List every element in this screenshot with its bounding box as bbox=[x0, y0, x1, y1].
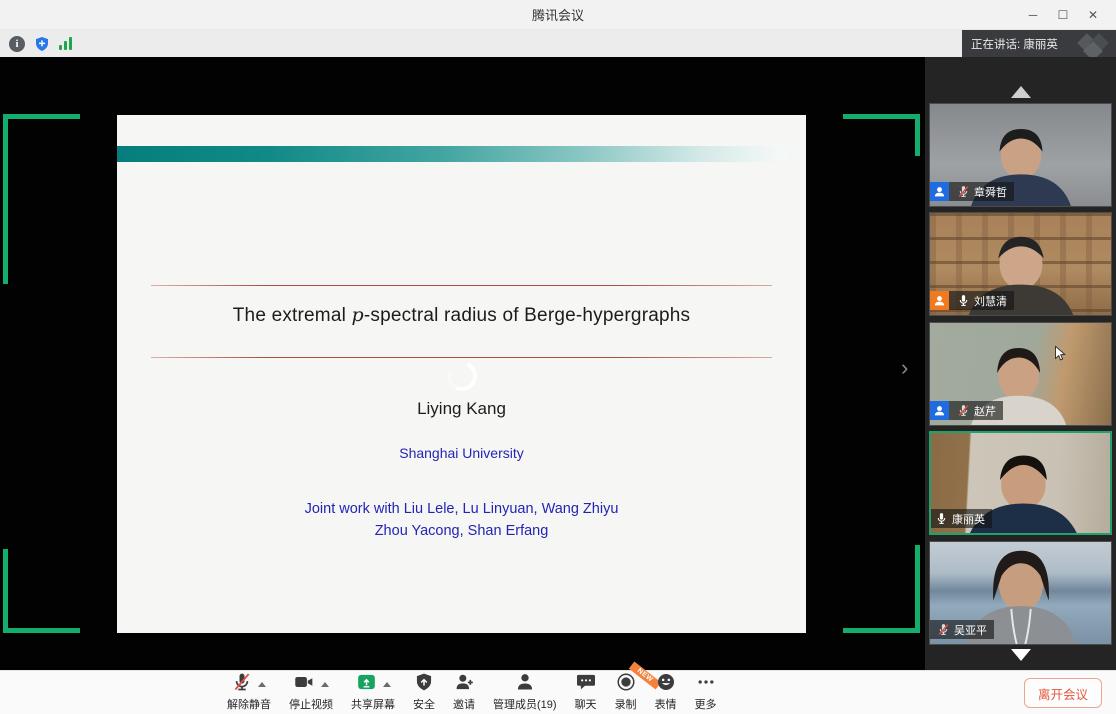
mic-active-icon bbox=[957, 294, 970, 307]
role-person-icon bbox=[930, 182, 949, 201]
share-corner-marker-right-bottom bbox=[915, 545, 920, 633]
slide-joint-work-line1: Joint work with Liu Lele, Lu Linyuan, Wa… bbox=[117, 501, 806, 517]
share-corner-marker-bottom-left bbox=[3, 628, 80, 633]
invite-button[interactable]: 邀请 bbox=[444, 674, 484, 712]
tool-label: 解除静音 bbox=[227, 696, 271, 712]
scroll-down-arrow-icon[interactable] bbox=[1011, 649, 1031, 661]
slide-rule-bottom bbox=[151, 357, 772, 358]
mic-active-icon bbox=[935, 512, 948, 525]
slide-author: Liying Kang bbox=[117, 399, 806, 419]
role-person-icon bbox=[930, 291, 949, 310]
slide-title: The extremal p-spectral radius of Berge-… bbox=[117, 304, 806, 327]
tool-label: 停止视频 bbox=[289, 696, 333, 712]
video-tile-participant-1[interactable]: 章舜哲 bbox=[929, 103, 1112, 207]
camera-icon bbox=[293, 672, 315, 697]
members-icon bbox=[515, 672, 535, 697]
tool-label: 表情 bbox=[655, 696, 677, 712]
microphone-muted-icon bbox=[232, 672, 252, 697]
video-tile-participant-5[interactable]: 吴亚平 bbox=[929, 541, 1112, 645]
minimize-button[interactable]: ─ bbox=[1018, 0, 1048, 30]
presentation-slide: The extremal p-spectral radius of Berge-… bbox=[117, 115, 806, 633]
network-signal-icon[interactable] bbox=[59, 37, 72, 50]
manage-members-button[interactable]: 管理成员(19) bbox=[484, 674, 566, 712]
tool-label: 聊天 bbox=[575, 696, 597, 712]
shared-screen-area: The extremal p-spectral radius of Berge-… bbox=[0, 57, 925, 670]
security-button[interactable]: 安全 bbox=[404, 674, 444, 712]
toolbar-tools: 解除静音 停止视频 共享屏幕 bbox=[218, 674, 726, 712]
video-tile-participant-4-speaking[interactable]: 康丽英 bbox=[929, 431, 1112, 535]
slide-joint-work-line2: Zhou Yacong, Shan Erfang bbox=[117, 523, 806, 539]
more-dots-icon bbox=[695, 672, 717, 697]
slide-rule-top bbox=[151, 285, 772, 286]
participant-name: 章舜哲 bbox=[974, 184, 1007, 200]
share-corner-marker-top-left bbox=[3, 114, 80, 119]
mic-muted-icon bbox=[957, 185, 970, 198]
slide-accent-bar bbox=[117, 146, 806, 162]
participant-name: 吴亚平 bbox=[954, 622, 987, 638]
name-badge: 刘慧清 bbox=[930, 291, 1014, 310]
record-button[interactable]: NEW 录制 bbox=[606, 674, 646, 712]
tool-label: 邀请 bbox=[453, 696, 475, 712]
shared-screen-stage: The extremal p-spectral radius of Berge-… bbox=[0, 57, 1116, 670]
participant-name: 刘慧清 bbox=[974, 293, 1007, 309]
tool-label: 安全 bbox=[413, 696, 435, 712]
chat-icon bbox=[576, 672, 596, 697]
more-button[interactable]: 更多 bbox=[686, 674, 726, 712]
participant-name: 康丽英 bbox=[952, 511, 985, 527]
video-options-caret-icon[interactable] bbox=[321, 682, 329, 687]
app-title: 腾讯会议 bbox=[532, 5, 584, 24]
meeting-info-icon[interactable]: i bbox=[9, 36, 25, 52]
window-controls: ─ ☐ ✕ bbox=[1018, 0, 1108, 30]
window-titlebar: 腾讯会议 ─ ☐ ✕ bbox=[0, 0, 1116, 30]
slide-affiliation: Shanghai University bbox=[117, 445, 806, 461]
mic-muted-icon bbox=[957, 404, 970, 417]
participant-name: 赵芹 bbox=[974, 403, 996, 419]
mic-muted-icon bbox=[937, 623, 950, 636]
tool-label: 共享屏幕 bbox=[351, 696, 395, 712]
status-toolbar: i 正在讲话: 康丽英 bbox=[0, 30, 1116, 57]
mouse-cursor-icon bbox=[1052, 345, 1069, 362]
share-corner-marker-bottom-right bbox=[843, 628, 920, 633]
role-person-icon bbox=[930, 401, 949, 420]
scroll-up-arrow-icon[interactable] bbox=[1011, 86, 1031, 98]
tool-label: 管理成员(19) bbox=[493, 696, 557, 712]
video-tile-participant-2[interactable]: 刘慧清 bbox=[929, 212, 1112, 316]
invite-user-icon bbox=[454, 672, 475, 697]
video-tile-participant-3[interactable]: 赵芹 bbox=[929, 322, 1112, 426]
shield-icon bbox=[414, 672, 434, 697]
record-icon bbox=[616, 672, 636, 697]
participants-sidebar: 章舜哲 刘慧清 bbox=[925, 57, 1116, 670]
meeting-window: 腾讯会议 ─ ☐ ✕ i 正在讲话: 康丽英 bbox=[0, 0, 1116, 714]
share-corner-marker-top-right bbox=[843, 114, 920, 119]
maximize-button[interactable]: ☐ bbox=[1048, 0, 1078, 30]
share-corner-marker-left-bottom bbox=[3, 549, 8, 633]
share-corner-marker-right-top bbox=[915, 114, 920, 156]
speaking-label: 正在讲话: 康丽英 bbox=[971, 36, 1058, 52]
status-icons: i bbox=[0, 36, 72, 52]
leave-meeting-button[interactable]: 离开会议 bbox=[1024, 678, 1102, 708]
emoji-button[interactable]: 表情 bbox=[646, 674, 686, 712]
tool-label: 录制 bbox=[615, 696, 637, 712]
name-badge: 赵芹 bbox=[930, 401, 1003, 420]
share-screen-button[interactable]: 共享屏幕 bbox=[342, 674, 404, 712]
loading-spinner-icon bbox=[442, 357, 480, 395]
meeting-security-shield-icon[interactable] bbox=[34, 36, 50, 52]
close-button[interactable]: ✕ bbox=[1078, 0, 1108, 30]
emoji-icon bbox=[656, 672, 676, 697]
expand-panel-chevron-icon[interactable]: › bbox=[901, 357, 908, 379]
share-corner-marker-left bbox=[3, 114, 8, 284]
name-badge: 章舜哲 bbox=[930, 182, 1014, 201]
tool-label: 更多 bbox=[695, 696, 717, 712]
bottom-toolbar: 解除静音 停止视频 共享屏幕 bbox=[0, 670, 1116, 714]
share-screen-icon bbox=[356, 672, 377, 697]
speaking-indicator: 正在讲话: 康丽英 bbox=[962, 30, 1116, 57]
name-badge: 康丽英 bbox=[931, 509, 992, 528]
name-badge: 吴亚平 bbox=[930, 620, 994, 639]
chat-button[interactable]: 聊天 bbox=[566, 674, 606, 712]
stop-video-button[interactable]: 停止视频 bbox=[280, 674, 342, 712]
mic-options-caret-icon[interactable] bbox=[258, 682, 266, 687]
unmute-button[interactable]: 解除静音 bbox=[218, 674, 280, 712]
share-options-caret-icon[interactable] bbox=[383, 682, 391, 687]
